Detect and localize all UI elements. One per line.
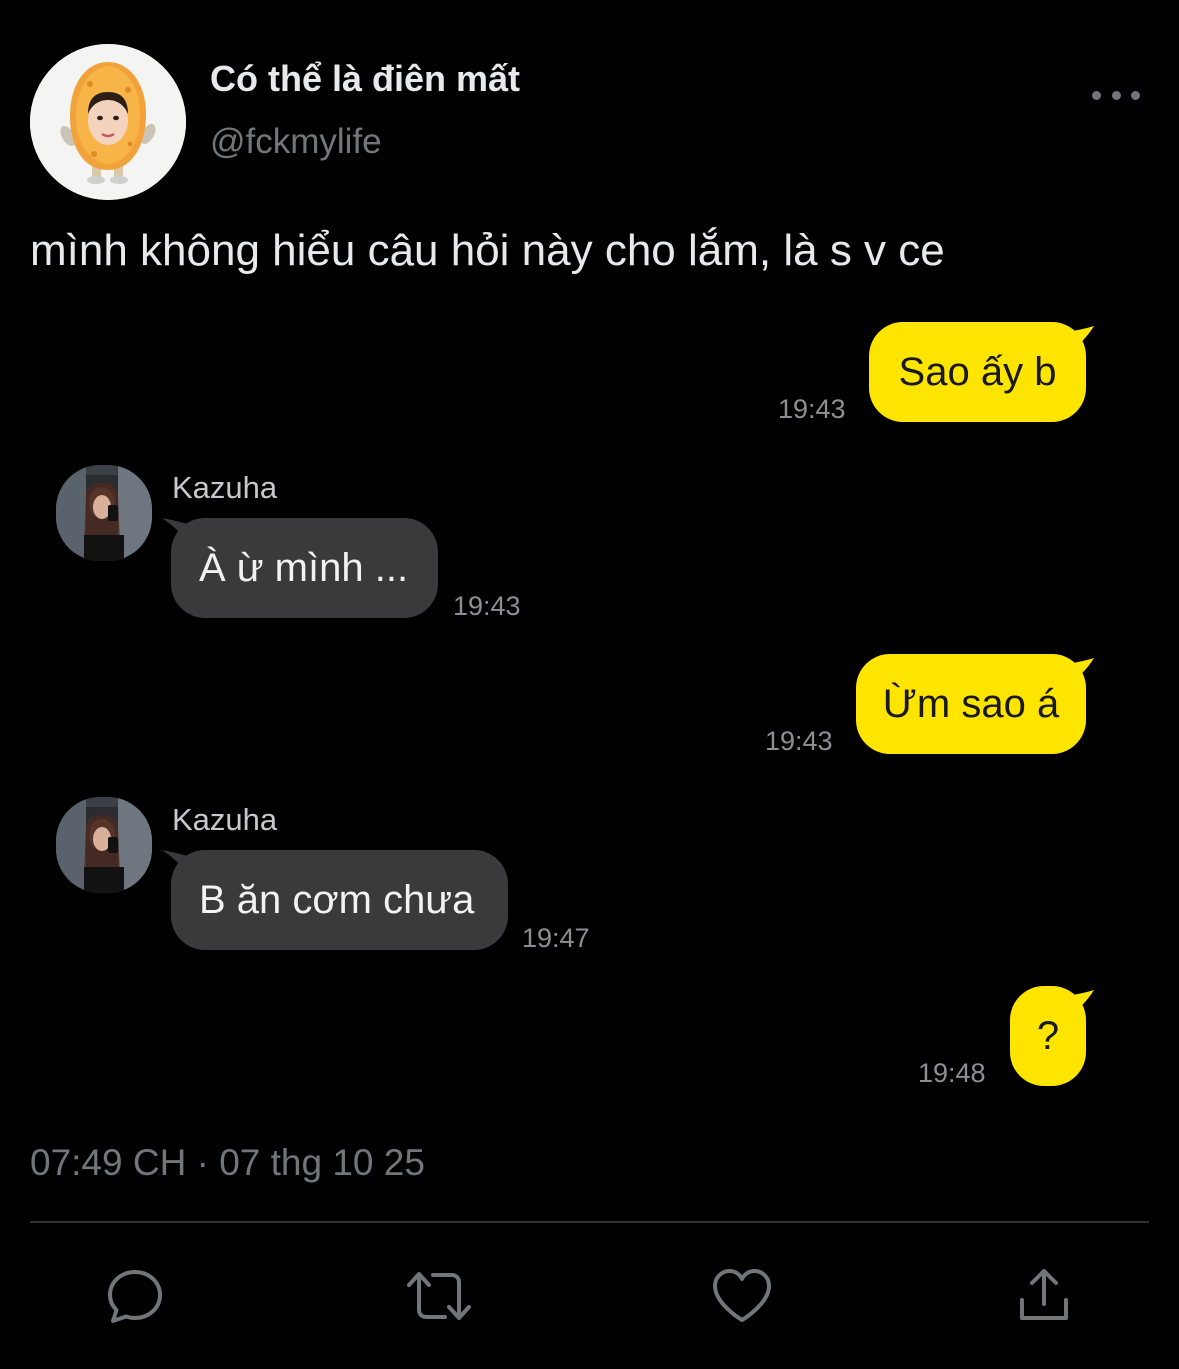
my-message-bubble: ?	[1010, 986, 1086, 1086]
message-time: 19:48	[918, 1058, 986, 1088]
author-display-name[interactable]: Có thể là điên mất	[210, 58, 520, 100]
person-photo-icon	[56, 797, 152, 893]
tweet-timestamp[interactable]: 07:49 CH · 07 thg 10 25	[30, 1142, 425, 1184]
more-dot-icon	[1131, 90, 1140, 100]
sender-name: Kazuha	[172, 470, 278, 505]
more-dot-icon	[1092, 90, 1101, 100]
message-time: 19:43	[453, 591, 521, 621]
sender-avatar	[56, 465, 152, 561]
tweet-date: 07 thg 10 25	[219, 1142, 425, 1183]
like-button[interactable]	[710, 1264, 774, 1328]
their-message-bubble: B ăn cơm chưa	[171, 850, 508, 950]
retweet-icon	[407, 1272, 471, 1320]
message-text: ?	[1036, 1013, 1060, 1058]
more-options-button[interactable]	[1092, 80, 1140, 110]
reply-icon	[108, 1270, 162, 1323]
sender-avatar	[56, 797, 152, 893]
timestamp-separator: ·	[196, 1142, 209, 1183]
nugget-avatar-icon	[30, 44, 186, 200]
their-message-bubble: À ừ mình ...	[171, 518, 438, 618]
my-message-bubble: Ừm sao á	[856, 654, 1086, 754]
tweet-time: 07:49 CH	[30, 1142, 187, 1183]
like-icon	[713, 1269, 771, 1322]
tweet-text: mình không hiểu câu hỏi này cho lắm, là …	[30, 226, 945, 275]
author-handle[interactable]: @fckmylife	[210, 122, 382, 162]
message-text: B ăn cơm chưa	[199, 877, 475, 922]
message-text: Sao ấy b	[898, 349, 1057, 394]
chat-screenshot: Sao ấy b 19:43 Kazuha À ừ mình ... 19:43…	[0, 300, 1179, 1100]
sender-name: Kazuha	[172, 802, 278, 837]
divider	[30, 1221, 1149, 1223]
share-icon	[1020, 1269, 1068, 1320]
message-text: À ừ mình ...	[199, 545, 409, 590]
more-dot-icon	[1111, 90, 1121, 100]
message-text: Ừm sao á	[882, 681, 1060, 726]
person-photo-icon	[56, 465, 152, 561]
retweet-button[interactable]	[405, 1264, 473, 1328]
share-button[interactable]	[1012, 1264, 1076, 1328]
message-time: 19:43	[765, 726, 833, 756]
message-time: 19:47	[522, 923, 590, 953]
message-time: 19:43	[778, 394, 846, 424]
my-message-bubble: Sao ấy b	[869, 322, 1086, 422]
author-avatar[interactable]	[30, 44, 186, 200]
reply-button[interactable]	[103, 1264, 167, 1328]
